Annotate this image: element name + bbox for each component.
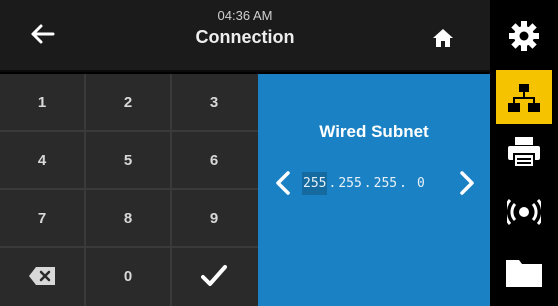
- key-1[interactable]: 1: [0, 74, 84, 130]
- chevron-left-icon: [276, 171, 290, 195]
- chevron-right-icon: [460, 171, 474, 195]
- key-5[interactable]: 5: [86, 132, 170, 188]
- sidebar: [490, 0, 558, 306]
- numeric-keypad: 1 2 3 4 5 6 7 8 9 0: [0, 74, 258, 306]
- keypad-divider: [170, 74, 172, 306]
- key-6[interactable]: 6: [172, 132, 256, 188]
- key-2[interactable]: 2: [86, 74, 170, 130]
- header-bar: 04:36 AM Connection: [0, 0, 490, 72]
- page-title: Connection: [195, 27, 295, 47]
- home-button[interactable]: [420, 18, 466, 58]
- keypad-divider: [84, 74, 86, 306]
- ip-segment[interactable]: 255: [302, 171, 328, 195]
- ip-segment[interactable]: 255: [337, 172, 362, 195]
- key-3[interactable]: 3: [172, 74, 256, 130]
- sidebar-item-settings[interactable]: [496, 8, 552, 64]
- setting-title: Wired Subnet: [319, 122, 429, 141]
- clock-time: 04:36 AM: [217, 8, 273, 23]
- key-4[interactable]: 4: [0, 132, 84, 188]
- sidebar-item-print[interactable]: [496, 124, 552, 180]
- key-0[interactable]: 0: [86, 248, 170, 304]
- ip-segment[interactable]: 255: [373, 172, 398, 195]
- previous-button[interactable]: [266, 162, 300, 204]
- folder-icon: [506, 260, 542, 287]
- gear-icon: [509, 21, 539, 51]
- next-button[interactable]: [450, 162, 484, 204]
- printer-icon: [508, 137, 540, 168]
- home-icon: [433, 29, 453, 47]
- ip-segment[interactable]: 0: [408, 172, 426, 195]
- setting-panel: Wired Subnet 255 . 255 . 255 . 0: [258, 74, 490, 306]
- checkmark-icon: [201, 265, 227, 286]
- sidebar-item-wireless[interactable]: [496, 184, 552, 240]
- ip-separator: .: [328, 175, 337, 191]
- backspace-icon: [29, 267, 55, 285]
- antenna-icon: [507, 199, 541, 225]
- key-9[interactable]: 9: [172, 190, 256, 246]
- ip-separator: .: [399, 175, 407, 191]
- key-8[interactable]: 8: [86, 190, 170, 246]
- ip-separator: .: [363, 175, 372, 191]
- backspace-button[interactable]: [0, 248, 84, 304]
- network-icon: [508, 84, 540, 112]
- keypad-divider: [0, 246, 258, 248]
- subnet-value[interactable]: 255 . 255 . 255 . 0: [302, 169, 426, 197]
- key-7[interactable]: 7: [0, 190, 84, 246]
- sidebar-item-storage[interactable]: [496, 244, 552, 300]
- sidebar-item-network[interactable]: [496, 70, 552, 126]
- confirm-button[interactable]: [172, 248, 256, 304]
- keypad-divider: [0, 188, 258, 190]
- keypad-divider: [0, 130, 258, 132]
